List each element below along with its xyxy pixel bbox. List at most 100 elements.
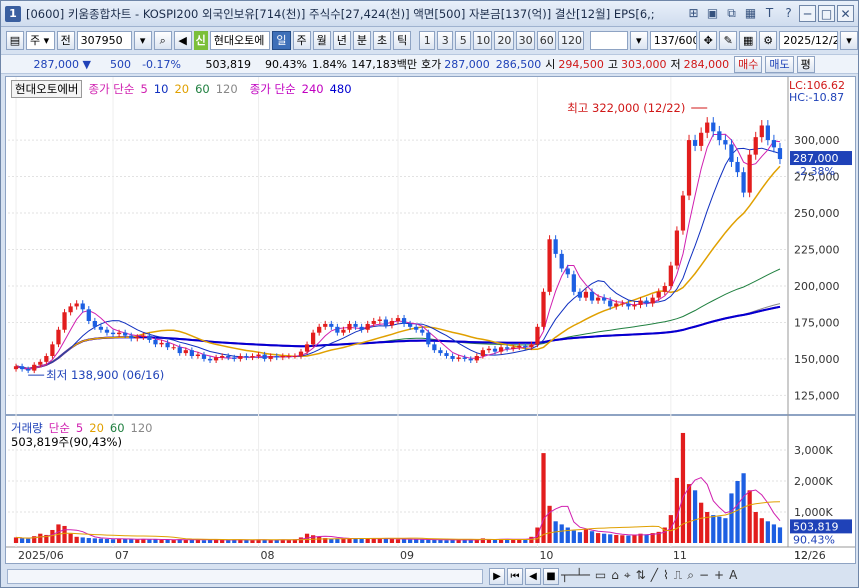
speaker-icon[interactable]: ◀ (173, 31, 192, 50)
volume-bar (19, 538, 25, 543)
tab-tick[interactable]: 틱 (393, 31, 412, 50)
volume-legend-ma-5[interactable]: 5 (76, 421, 83, 435)
chart-scrollbar[interactable] (7, 569, 483, 584)
plus-icon[interactable]: + (714, 568, 724, 583)
volume-legend-ma-20[interactable]: 20 (89, 421, 104, 435)
candle-body (238, 356, 243, 359)
volume-bar (468, 540, 473, 543)
help-icon[interactable]: ? (780, 5, 797, 22)
date-input[interactable]: 2025/12/26 (779, 31, 838, 50)
copy-window-icon[interactable]: ⧉ (723, 5, 740, 22)
legend-ma-120[interactable]: 120 (216, 82, 238, 96)
candle-body (408, 323, 413, 327)
split-icon[interactable]: ⎍ (674, 568, 682, 583)
sell-button[interactable]: 매도 (765, 55, 794, 73)
interval-3[interactable]: 3 (437, 31, 454, 50)
legend-ma-60[interactable]: 60 (195, 82, 210, 96)
interval-custom-input[interactable] (589, 31, 628, 50)
candle-body (68, 306, 73, 313)
volume-bar (420, 539, 425, 543)
volume-legend-ma-120[interactable]: 120 (131, 421, 153, 435)
volume-pct: 90.43% (265, 57, 307, 71)
pct-tag-text: -2.38% (796, 165, 835, 178)
legend-ma-10[interactable]: 10 (154, 82, 169, 96)
code-dropdown-icon[interactable]: ▾ (133, 31, 152, 50)
legend-ma2-label[interactable]: 종가 단순 (250, 81, 296, 97)
scroll-first-button[interactable]: ⏮ (507, 568, 523, 585)
interval-1[interactable]: 1 (419, 31, 436, 50)
candle-body (13, 366, 19, 370)
stock-code-input[interactable]: 307950 (76, 31, 132, 50)
candle-body (602, 297, 607, 301)
lock-icon[interactable]: ⌂ (611, 568, 619, 583)
font-icon[interactable]: A (729, 568, 737, 583)
chart-settings-icon[interactable]: ▤ (6, 31, 24, 50)
chart-type-icon[interactable]: ⇅ (636, 568, 646, 583)
interval-5[interactable]: 5 (455, 31, 472, 50)
candle-body (777, 148, 783, 160)
tab-year[interactable]: 년 (332, 31, 351, 50)
minus-icon[interactable]: − (699, 568, 709, 583)
grid-icon[interactable]: ▦ (742, 5, 759, 22)
volume-bar (347, 538, 352, 543)
line-tool-icon[interactable]: ╱ (651, 568, 658, 583)
tab-day[interactable]: 일 (272, 31, 291, 50)
search-icon[interactable]: ⌕ (153, 31, 172, 50)
tool-icon[interactable]: ✥ (699, 31, 718, 50)
layout-icon[interactable]: ⊞ (685, 5, 702, 22)
volume-bar (104, 538, 110, 543)
tab-second[interactable]: 초 (373, 31, 392, 50)
tab-month[interactable]: 월 (312, 31, 331, 50)
chart-area[interactable]: 300,000 275,000 250,000 225,000 200,000 175,0… (5, 76, 856, 564)
legend-stock-name[interactable]: 현대오토에버 (11, 80, 83, 98)
legend-ma-5[interactable]: 5 (140, 82, 147, 96)
interval-20[interactable]: 20 (494, 31, 514, 50)
pen-icon[interactable]: ✎ (719, 31, 738, 50)
maximize-button[interactable]: □ (818, 5, 835, 22)
gear-icon[interactable]: ⚙ (759, 31, 778, 50)
save-icon[interactable]: ▦ (739, 31, 758, 50)
legend-ma-20[interactable]: 20 (174, 82, 189, 96)
text-icon[interactable]: T (761, 5, 778, 22)
candle-body (565, 268, 570, 275)
tab-week[interactable]: 주 (292, 31, 311, 50)
scroll-stop-button[interactable]: ■ (543, 568, 559, 585)
candle-body (92, 320, 97, 327)
price-volume-chart[interactable]: 300,000275,000250,000225,000200,000175,0… (6, 77, 855, 563)
legend-ma2-480[interactable]: 480 (330, 82, 352, 96)
zoom-slider-icon[interactable]: ┬─┴─ (561, 568, 590, 583)
close-button[interactable]: ✕ (837, 5, 854, 22)
screen-icon[interactable]: ▣ (704, 5, 721, 22)
scroll-bar-icon[interactable]: ▭ (595, 568, 606, 583)
candle-body (571, 274, 576, 292)
crosshair-icon[interactable]: ⌖ (624, 568, 631, 583)
period-type-select[interactable]: 주 ▾ (25, 31, 55, 50)
interval-60[interactable]: 60 (536, 31, 556, 50)
eval-button[interactable]: 평 (796, 55, 815, 73)
buy-button[interactable]: 매수 (734, 55, 763, 73)
volume-bar (511, 539, 516, 543)
scroll-right-button[interactable]: ▶ (489, 568, 505, 585)
period-tool-icon[interactable]: ⌇ (663, 568, 669, 583)
volume-bar (80, 537, 85, 543)
volume-bar (620, 535, 625, 543)
interval-30[interactable]: 30 (515, 31, 535, 50)
interval-dropdown-icon[interactable]: ▾ (629, 31, 648, 50)
bar-count-field[interactable]: 137/600 (649, 31, 698, 50)
scroll-prev-button[interactable]: ◀ (525, 568, 541, 585)
zoom-search-icon[interactable]: ⌕ (687, 568, 694, 583)
tab-minute[interactable]: 분 (352, 31, 372, 50)
legend-ma-label[interactable]: 종가 단순 (88, 81, 134, 97)
legend-ma2-240[interactable]: 240 (302, 82, 324, 96)
volume-bar (383, 538, 388, 543)
calendar-icon[interactable]: ▾ (840, 31, 858, 50)
minimize-button[interactable]: ─ (799, 5, 816, 22)
interval-120[interactable]: 120 (557, 31, 584, 50)
candle-body (456, 357, 461, 359)
prev-button[interactable]: 전 (56, 31, 75, 50)
volume-legend-ma-60[interactable]: 60 (110, 421, 125, 435)
candle-body (771, 140, 777, 148)
volume-bar (729, 493, 734, 543)
volume-bar (135, 539, 140, 543)
interval-10[interactable]: 10 (473, 31, 493, 50)
